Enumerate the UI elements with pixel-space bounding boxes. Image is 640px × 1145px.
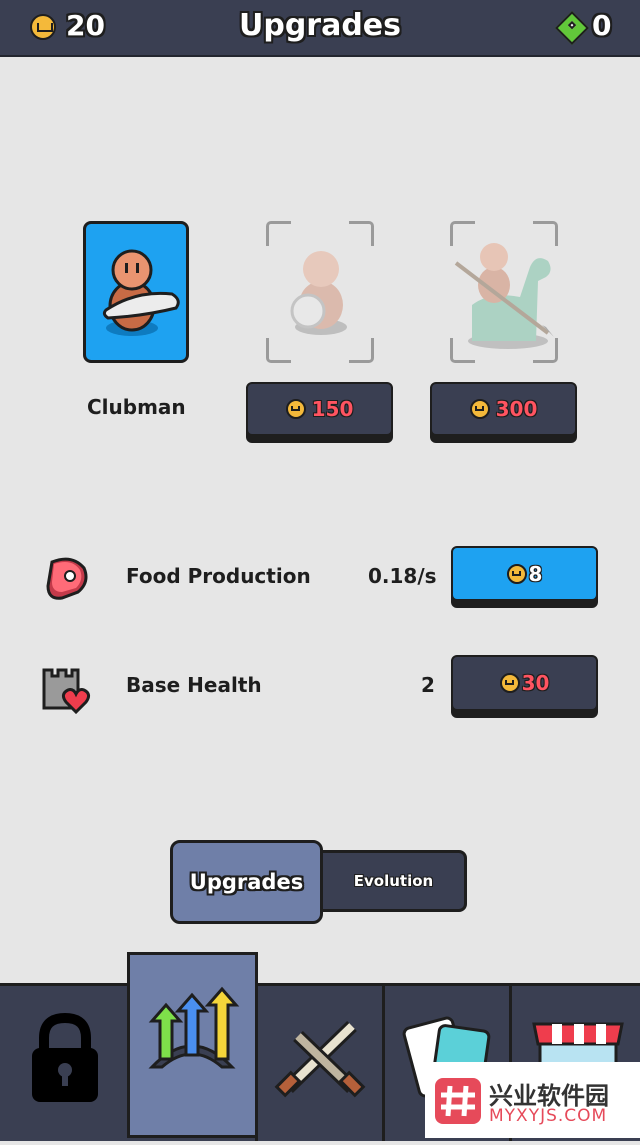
tab-evolution-label: Evolution (353, 872, 434, 890)
unit-price: 300 (495, 397, 538, 421)
watermark-subtitle: MYXYJS.COM (489, 1106, 608, 1126)
watermark-banner: 兴业软件园 MYXYJS.COM (425, 1062, 640, 1138)
crown-coin-icon (506, 563, 527, 584)
castle-heart-icon (42, 668, 91, 714)
lock-icon (32, 1012, 98, 1102)
top-bar: 20 Upgrades 0 (0, 0, 640, 57)
buy-food-production-button[interactable]: 8 (451, 546, 598, 601)
hash-logo-icon (435, 1078, 481, 1124)
upgrade-value-food-production: 0.18/s (368, 564, 437, 588)
unit-card-clubman[interactable] (83, 221, 189, 363)
nav-battle[interactable] (255, 986, 382, 1141)
nav-locked[interactable] (0, 986, 127, 1141)
buy-unit-button-150[interactable]: 150 (246, 382, 393, 436)
page-title: Upgrades (238, 8, 402, 43)
unit-price: 150 (311, 397, 354, 421)
crown-coin-icon (469, 399, 490, 419)
locked-unit-slingshot[interactable] (266, 221, 374, 363)
tab-upgrades-label: Upgrades (189, 870, 304, 894)
shield-warrior-icon (290, 251, 347, 335)
upgrade-name-base-health: Base Health (126, 673, 262, 697)
crown-coin-icon (499, 673, 520, 693)
upgrade-cost: 30 (521, 671, 550, 695)
upgrade-name-food-production: Food Production (126, 564, 311, 588)
upgrade-tab-toggle: Evolution Upgrades (170, 840, 467, 924)
clubman-icon (102, 249, 180, 336)
upgrade-cost: 8 (528, 561, 543, 586)
meat-icon (46, 557, 88, 600)
upgrade-arrows-icon (148, 986, 240, 1069)
dino-rider-icon (454, 243, 554, 349)
tab-upgrades[interactable]: Upgrades (170, 840, 323, 924)
nav-upgrades[interactable] (127, 952, 258, 1138)
gem-count: 0 (592, 9, 612, 42)
upgrade-value-base-health: 2 (421, 673, 435, 697)
crossed-swords-icon (274, 1020, 366, 1098)
unit-name-clubman: Clubman (87, 395, 186, 419)
crown-coin-icon (285, 399, 306, 419)
locked-unit-dino-rider[interactable] (450, 221, 558, 363)
buy-base-health-button[interactable]: 30 (451, 655, 598, 711)
buy-unit-button-300[interactable]: 300 (430, 382, 577, 436)
